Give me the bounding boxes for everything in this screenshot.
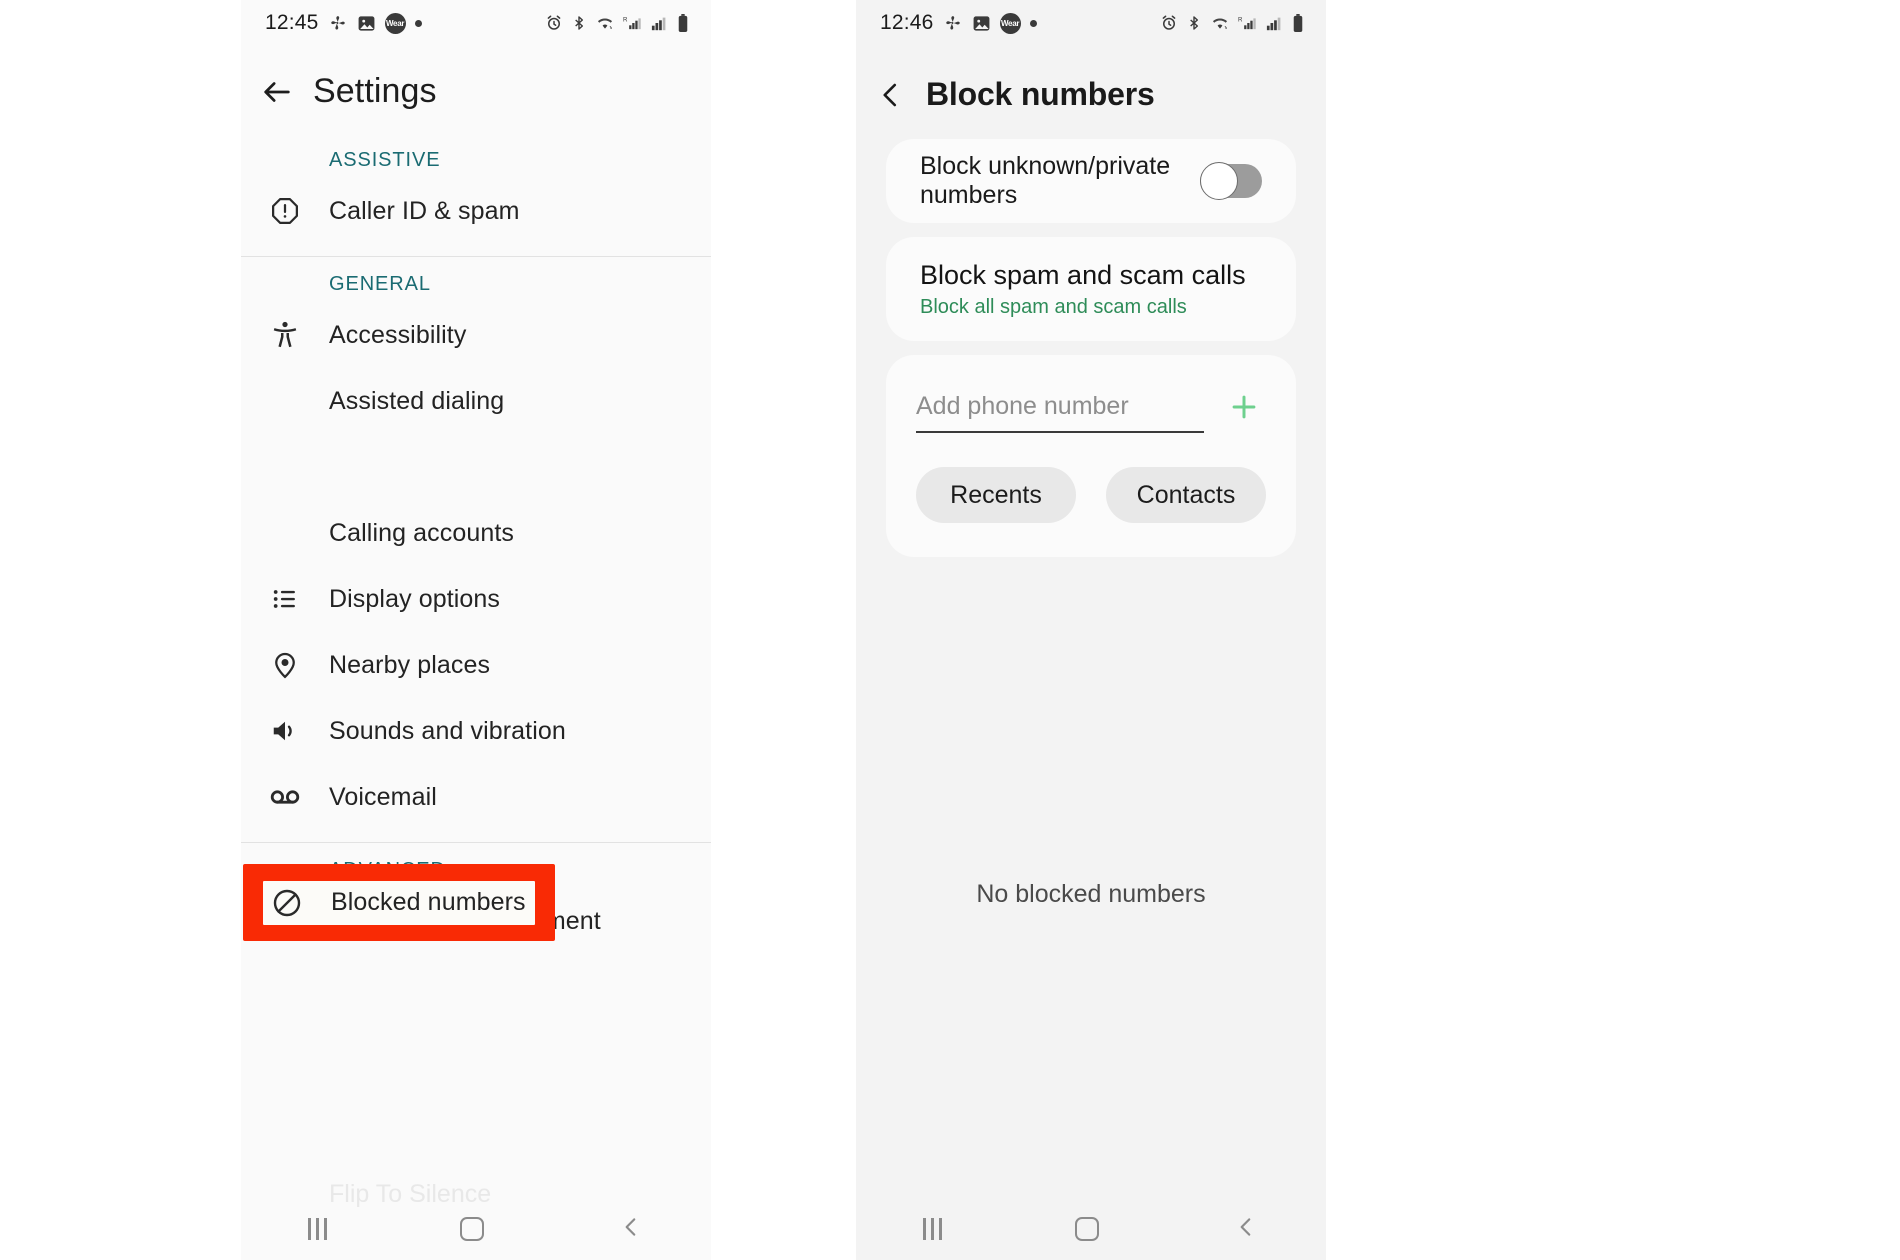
empty-state-text: No blocked numbers <box>976 880 1206 908</box>
alarm-icon <box>545 14 563 32</box>
add-number-card: Add phone number Recents Contacts <box>886 355 1296 557</box>
bluetooth-icon <box>571 14 587 32</box>
recents-icon[interactable] <box>307 1218 327 1240</box>
block-spam-title: Block spam and scam calls <box>920 259 1246 290</box>
block-unknown-toggle[interactable] <box>1200 162 1262 200</box>
page-title: Block numbers <box>926 76 1155 112</box>
block-unknown-label: Block unknown/private numbers <box>920 152 1171 209</box>
block-spam-card[interactable]: Block spam and scam calls Block all spam… <box>886 237 1296 341</box>
add-phone-number-placeholder: Add phone number <box>916 392 1129 420</box>
fan-icon <box>328 13 348 33</box>
list-icon <box>241 585 329 613</box>
image-icon <box>972 14 991 33</box>
sidebar-item-label: Blocked numbers <box>331 888 526 916</box>
status-bar-right: 12:46 Wear R <box>856 0 1326 46</box>
image-icon <box>357 14 376 33</box>
status-time: 12:46 <box>880 11 934 34</box>
phone-screen-block-numbers: 12:46 Wear R Block numbers Block unknown… <box>856 0 1326 1260</box>
section-label-assistive: ASSISTIVE <box>329 149 441 171</box>
chevron-left-icon[interactable] <box>618 1214 644 1245</box>
wifi-icon <box>1210 14 1230 32</box>
plus-icon[interactable] <box>1222 385 1266 429</box>
sidebar-item-label: Caller ID & spam <box>329 196 520 225</box>
block-spam-subtitle: Block all spam and scam calls <box>920 295 1187 318</box>
recents-icon[interactable] <box>922 1218 942 1240</box>
sidebar-item-assisted-dialing[interactable]: Assisted dialing <box>241 368 711 434</box>
sidebar-item-calling-accounts[interactable]: Calling accounts <box>241 500 711 566</box>
location-pin-icon <box>241 650 329 680</box>
sidebar-item-voicemail[interactable]: Voicemail <box>241 764 711 830</box>
svg-text:R: R <box>1238 16 1243 23</box>
sidebar-item-accessibility[interactable]: Accessibility <box>241 302 711 368</box>
recents-button[interactable]: Recents <box>916 467 1076 523</box>
chevron-left-icon[interactable] <box>856 80 926 110</box>
status-time: 12:45 <box>265 11 319 34</box>
page-title: Settings <box>313 72 437 110</box>
sidebar-item-label: Voicemail <box>329 782 437 811</box>
exclamation-octagon-icon <box>241 196 329 226</box>
section-label-general: GENERAL <box>329 273 431 295</box>
sidebar-item-label: Calling accounts <box>329 518 515 547</box>
alarm-icon <box>1160 14 1178 32</box>
sidebar-item-label: Display options <box>329 584 501 613</box>
app-bar-settings: Settings <box>241 46 711 133</box>
sidebar-item-nearby-places[interactable]: Nearby places <box>241 632 711 698</box>
home-icon[interactable] <box>460 1217 485 1241</box>
add-phone-number-input[interactable]: Add phone number <box>916 392 1204 433</box>
block-unknown-card[interactable]: Block unknown/private numbers <box>886 139 1296 223</box>
dot-icon <box>414 19 422 27</box>
dot-icon <box>1029 19 1037 27</box>
fan-icon <box>943 13 963 33</box>
sidebar-item-caller-id-spam[interactable]: Caller ID & spam <box>241 178 711 244</box>
sidebar-item-label: Nearby places <box>329 650 491 679</box>
status-bar-left: 12:45 Wear R <box>241 0 711 46</box>
battery-icon <box>677 13 689 33</box>
sidebar-item-blocked-numbers[interactable]: Blocked numbers <box>241 434 711 941</box>
app-bar-block-numbers: Block numbers <box>856 46 1326 139</box>
chevron-left-icon[interactable] <box>1233 1214 1259 1245</box>
accessibility-icon <box>241 320 329 350</box>
sidebar-item-sounds-and-vibration[interactable]: Sounds and vibration <box>241 698 711 764</box>
screenshot-stage: 12:45 Wear R Settings ASSISTIVE Caller I… <box>0 0 1900 1260</box>
battery-icon <box>1292 13 1304 33</box>
wear-icon: Wear <box>999 12 1021 34</box>
navigation-bar-right <box>856 1198 1326 1260</box>
sidebar-item-label: Accessibility <box>329 320 467 349</box>
sidebar-item-label: Sounds and vibration <box>329 716 566 745</box>
svg-text:R: R <box>623 16 628 23</box>
signal-icon <box>1266 14 1284 32</box>
sidebar-item-display-options[interactable]: Display options <box>241 566 711 632</box>
signal-r-icon: R <box>623 14 643 32</box>
voicemail-icon <box>241 781 329 813</box>
wear-icon: Wear <box>384 12 406 34</box>
home-icon[interactable] <box>1075 1217 1100 1241</box>
signal-r-icon: R <box>1238 14 1258 32</box>
sidebar-item-label: Assisted dialing <box>329 386 505 415</box>
contacts-button[interactable]: Contacts <box>1106 467 1266 523</box>
navigation-bar-left <box>241 1198 711 1260</box>
arrow-left-icon[interactable] <box>241 75 313 109</box>
speaker-icon <box>241 716 329 746</box>
block-icon <box>243 887 331 919</box>
phone-screen-settings: 12:45 Wear R Settings ASSISTIVE Caller I… <box>241 0 711 1260</box>
wifi-icon <box>595 14 615 32</box>
bluetooth-icon <box>1186 14 1202 32</box>
signal-icon <box>651 14 669 32</box>
